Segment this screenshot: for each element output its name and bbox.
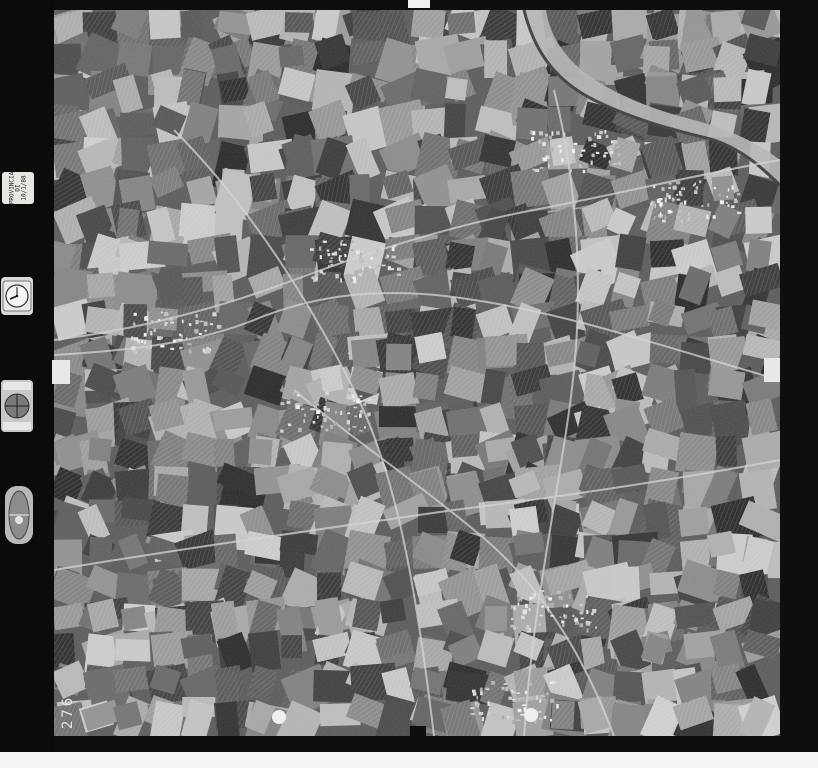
frame-notch	[410, 726, 426, 746]
paper-margin	[0, 752, 818, 768]
film-frame: PROVINCIA DI 10/1/88 276	[0, 0, 818, 752]
frame-notch	[52, 360, 70, 384]
clock-icon	[1, 277, 33, 315]
aerial-photo	[54, 10, 780, 736]
instrument-strip: PROVINCIA DI 10/1/88	[0, 0, 54, 752]
frame-number-text: 276	[60, 694, 77, 730]
frame-number: 276	[56, 686, 80, 738]
fiducial-mark	[272, 710, 286, 724]
note-card-text: PROVINCIA DI 10/1/88	[8, 171, 28, 205]
frame-notch	[764, 358, 780, 382]
level-bubble-icon	[5, 486, 33, 544]
altimeter-icon	[1, 380, 33, 432]
frame-notch	[408, 0, 430, 8]
handwritten-note-card: PROVINCIA DI 10/1/88	[2, 172, 34, 204]
fiducial-mark	[524, 708, 538, 722]
